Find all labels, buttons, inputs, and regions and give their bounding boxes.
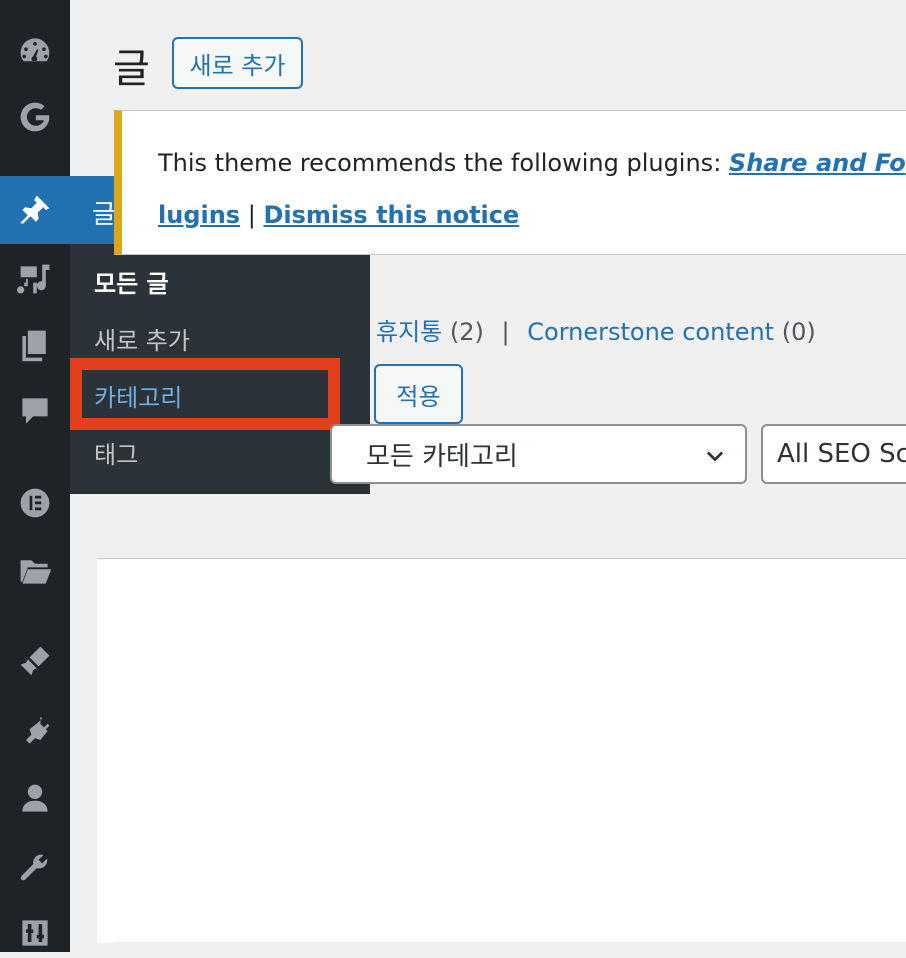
plugin-notice: This theme recommends the following plug… — [114, 110, 906, 255]
comments-icon[interactable] — [0, 386, 70, 436]
status-filters: 휴지통 (2) | Cornerstone content (0) — [376, 312, 816, 347]
filter-cornerstone[interactable]: Cornerstone content — [527, 318, 774, 346]
elementor-icon[interactable] — [0, 478, 70, 528]
category-filter-select[interactable]: 모든 카테고리 — [330, 424, 747, 484]
submenu-categories[interactable]: 카테고리 — [94, 378, 182, 413]
admin-sidebar — [0, 0, 70, 952]
folder-icon[interactable] — [0, 546, 70, 596]
notice-text: This theme recommends the following plug… — [158, 149, 729, 177]
chevron-down-icon — [706, 451, 724, 462]
submenu-add-new[interactable]: 새로 추가 — [94, 321, 190, 356]
plugins-icon[interactable] — [0, 706, 70, 756]
table-bottom-edge — [114, 942, 906, 952]
add-new-post-button[interactable]: 새로 추가 — [172, 37, 303, 89]
filter-trash[interactable]: 휴지통 — [376, 318, 442, 346]
media-icon[interactable] — [0, 254, 70, 304]
category-select-value: 모든 카테고리 — [366, 441, 518, 472]
settings-sliders-icon[interactable] — [0, 908, 70, 958]
google-icon[interactable] — [0, 92, 70, 142]
posts-table — [97, 558, 906, 943]
notice-line1: This theme recommends the following plug… — [158, 149, 906, 177]
pages-icon[interactable] — [0, 320, 70, 370]
submenu-all-posts[interactable]: 모든 글 — [94, 264, 169, 299]
plugin-link[interactable]: Share and Fo — [729, 149, 906, 177]
flyout-title: 글 — [92, 200, 116, 230]
appearance-brush-icon[interactable] — [0, 636, 70, 686]
seo-select-value: All SEO Sc — [777, 439, 906, 469]
dismiss-notice-link[interactable]: Dismiss this notice — [263, 201, 519, 229]
page-title: 글 — [113, 46, 150, 92]
dashboard-icon[interactable] — [0, 26, 70, 76]
seo-score-select[interactable]: All SEO Sc — [761, 424, 906, 484]
install-plugins-link[interactable]: lugins — [158, 201, 240, 229]
posts-pin-icon[interactable] — [0, 176, 70, 244]
tools-wrench-icon[interactable] — [0, 842, 70, 892]
trash-count: (2) — [449, 318, 484, 346]
users-icon[interactable] — [0, 774, 70, 824]
notice-separator: | — [247, 201, 256, 229]
apply-button[interactable]: 적용 — [374, 364, 463, 424]
notice-line2: lugins | Dismiss this notice — [158, 201, 519, 229]
filter-separator: | — [501, 318, 510, 346]
submenu-tags[interactable]: 태그 — [94, 435, 138, 470]
cornerstone-count: (0) — [781, 318, 816, 346]
